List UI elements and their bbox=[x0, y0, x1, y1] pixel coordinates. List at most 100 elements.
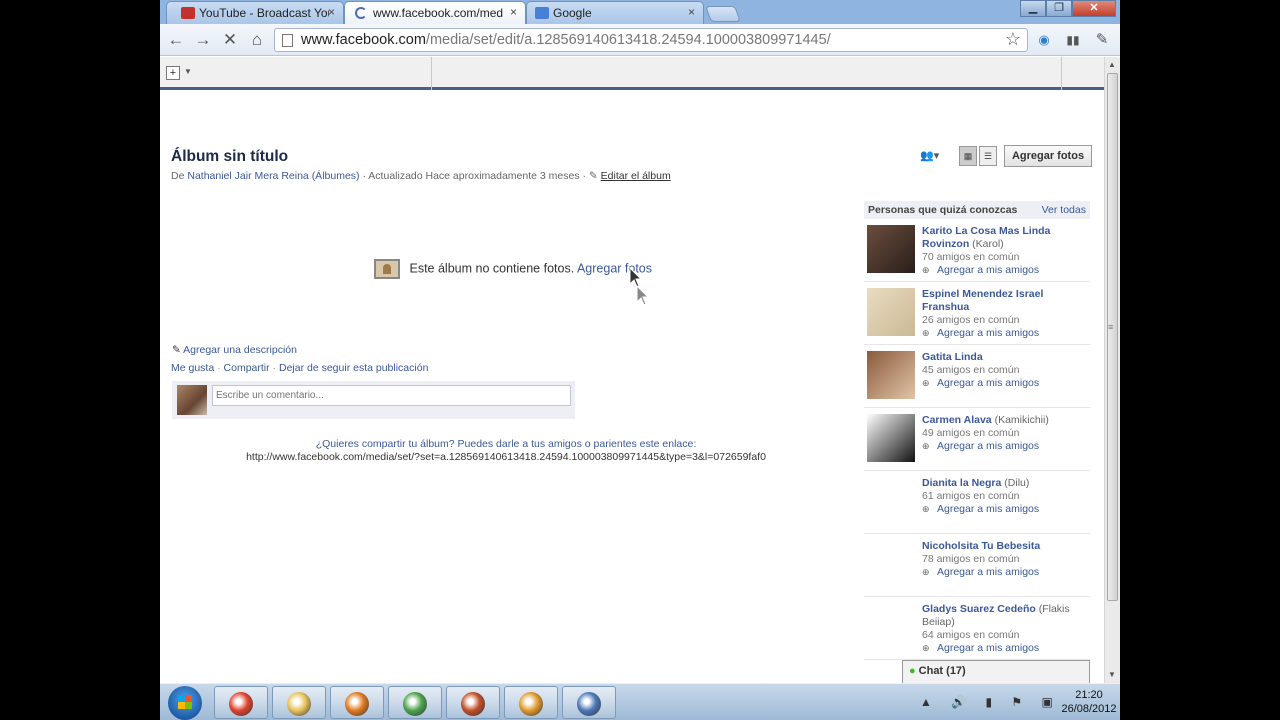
extension-icon[interactable]: ◉ bbox=[1034, 30, 1054, 50]
minimize-button[interactable]: ▁ bbox=[1020, 0, 1046, 17]
tab-close-icon[interactable]: × bbox=[328, 5, 335, 19]
add-description[interactable]: ✎ Agregar una descripción bbox=[172, 344, 297, 356]
add-friend-link[interactable]: Agregar a mis amigos bbox=[937, 264, 1039, 276]
owner-link[interactable]: Nathaniel Jair Mera Reina bbox=[187, 170, 308, 182]
clock[interactable]: 21:20 26/08/2012 bbox=[1060, 688, 1118, 716]
profile-picture[interactable] bbox=[867, 351, 915, 399]
mutual-friends[interactable]: 70 amigos en común bbox=[922, 251, 1087, 264]
start-button[interactable] bbox=[168, 686, 202, 720]
profile-picture[interactable] bbox=[867, 414, 915, 462]
taskbar-app-chrome[interactable] bbox=[214, 686, 268, 719]
tab-close-icon[interactable]: × bbox=[688, 5, 695, 19]
comment-input[interactable] bbox=[212, 385, 571, 406]
add-friend-link[interactable]: Agregar a mis amigos bbox=[937, 377, 1039, 389]
taskbar-app-firefox[interactable] bbox=[330, 686, 384, 719]
see-all-link[interactable]: Ver todas bbox=[1042, 204, 1086, 216]
edit-album-link[interactable]: Editar el álbum bbox=[601, 170, 671, 182]
mutual-friends[interactable]: 49 amigos en común bbox=[922, 427, 1087, 440]
youtube-favicon-icon bbox=[181, 7, 195, 19]
pymk-person: Espinel Menendez Israel Franshua 26 amig… bbox=[864, 282, 1090, 345]
mutual-friends[interactable]: 64 amigos en común bbox=[922, 629, 1087, 642]
close-window-button[interactable]: ✕ bbox=[1072, 0, 1116, 17]
chevron-down-icon[interactable]: ▼ bbox=[184, 67, 192, 76]
tab-facebook[interactable]: www.facebook.com/media/set/edit × bbox=[344, 1, 526, 24]
albums-link[interactable]: (Álbumes) bbox=[312, 170, 360, 182]
add-friend-link[interactable]: Agregar a mis amigos bbox=[937, 503, 1039, 515]
tab-youtube[interactable]: YouTube - Broadcast Yourself × bbox=[166, 1, 344, 24]
person-name[interactable]: Dianita la Negra bbox=[922, 477, 1001, 489]
stop-icon[interactable]: ✕ bbox=[220, 30, 240, 50]
share-question: ¿Quieres compartir tu álbum? Puedes darl… bbox=[315, 438, 697, 450]
person-name[interactable]: Gatita Linda bbox=[922, 351, 983, 363]
like-link[interactable]: Me gusta bbox=[171, 362, 214, 374]
share-link[interactable]: Compartir bbox=[224, 362, 270, 374]
page-scrollbar[interactable]: ▲ ≡ ▼ bbox=[1104, 57, 1120, 683]
taskbar-app-media-player[interactable] bbox=[504, 686, 558, 719]
wrench-icon[interactable]: ✎ bbox=[1092, 30, 1112, 50]
person-name[interactable]: Nicoholsita Tu Bebesita bbox=[922, 540, 1040, 552]
chat-tab[interactable]: ● Chat (17) bbox=[902, 660, 1090, 683]
unfollow-link[interactable]: Dejar de seguir esta publicación bbox=[279, 362, 428, 374]
person-nickname: (Karol) bbox=[972, 238, 1004, 250]
privacy-audience-icon[interactable]: 👥▾ bbox=[920, 149, 939, 162]
updated-text: · Actualizado Hace aproximadamente 3 mes… bbox=[362, 170, 586, 182]
chat-label: Chat (17) bbox=[918, 665, 966, 677]
mutual-friends[interactable]: 61 amigos en común bbox=[922, 490, 1087, 503]
person-info: Carmen Alava (Kamikichii) 49 amigos en co… bbox=[922, 414, 1087, 453]
tab-title: www.facebook.com/media/set/edit bbox=[373, 6, 503, 20]
add-friend-link[interactable]: Agregar a mis amigos bbox=[937, 327, 1039, 339]
add-friend-link[interactable]: Agregar a mis amigos bbox=[937, 440, 1039, 452]
new-tab-button[interactable] bbox=[705, 6, 741, 22]
person-name[interactable]: Espinel Menendez Israel Franshua bbox=[922, 288, 1043, 313]
taskbar-app-control-panel[interactable] bbox=[562, 686, 616, 719]
tab-close-icon[interactable]: × bbox=[510, 5, 517, 19]
add-description-link[interactable]: Agregar una descripción bbox=[183, 344, 297, 356]
media-player-icon bbox=[519, 692, 543, 716]
add-photos-button[interactable]: Agregar fotos bbox=[1004, 145, 1092, 167]
url-path: /media/set/edit/a.128569140613418.24594.… bbox=[425, 32, 831, 48]
mutual-friends[interactable]: 78 amigos en común bbox=[922, 553, 1087, 566]
meta-prefix: De bbox=[171, 170, 185, 182]
add-icon[interactable]: + bbox=[166, 66, 180, 80]
back-icon[interactable]: ← bbox=[166, 30, 186, 50]
scroll-down-icon[interactable]: ▼ bbox=[1108, 670, 1116, 679]
forward-icon[interactable]: → bbox=[193, 30, 213, 50]
profile-picture[interactable] bbox=[867, 477, 915, 525]
profile-picture[interactable] bbox=[867, 225, 915, 273]
photo-icon bbox=[374, 259, 400, 279]
profile-picture[interactable] bbox=[867, 603, 915, 651]
person-info: Espinel Menendez Israel Franshua 26 amig… bbox=[922, 288, 1087, 340]
add-friend-link[interactable]: Agregar a mis amigos bbox=[937, 566, 1039, 578]
album-meta: De Nathaniel Jair Mera Reina (Álbumes) ·… bbox=[171, 170, 671, 182]
tab-strip: YouTube - Broadcast Yourself × www.faceb… bbox=[160, 0, 1120, 24]
stats-icon[interactable]: ▮▮ bbox=[1063, 30, 1083, 50]
person-name[interactable]: Gladys Suarez Cedeño bbox=[922, 603, 1036, 615]
list-view-icon[interactable]: ☰ bbox=[979, 146, 997, 166]
taskbar-app-ball-app[interactable] bbox=[446, 686, 500, 719]
maximize-button[interactable]: ❐ bbox=[1046, 0, 1072, 17]
profile-picture[interactable] bbox=[867, 540, 915, 588]
profile-picture[interactable] bbox=[867, 288, 915, 336]
grid-view-icon[interactable]: ▦ bbox=[959, 146, 977, 166]
clock-date: 26/08/2012 bbox=[1061, 703, 1117, 715]
tray-icons[interactable]: ▲ 🔊 ▮ ⚑ ▣ bbox=[920, 695, 1061, 709]
share-link-text[interactable]: http://www.facebook.com/media/set/?set=a… bbox=[160, 451, 852, 464]
mutual-friends[interactable]: 45 amigos en común bbox=[922, 364, 1087, 377]
taskbar-app-explorer[interactable] bbox=[272, 686, 326, 719]
taskbar-app-messenger[interactable] bbox=[388, 686, 442, 719]
mutual-friends[interactable]: 26 amigos en común bbox=[922, 314, 1087, 327]
add-friend-icon: ⊕ bbox=[922, 643, 930, 653]
add-friend-icon: ⊕ bbox=[922, 265, 930, 275]
bookmark-star-icon[interactable]: ☆ bbox=[1005, 29, 1021, 50]
tab-google[interactable]: Google × bbox=[526, 1, 704, 24]
scroll-up-icon[interactable]: ▲ bbox=[1108, 60, 1116, 69]
add-friend-link[interactable]: Agregar a mis amigos bbox=[937, 642, 1039, 654]
pymk-person: Karito La Cosa Mas Linda Rovinzon (Karol… bbox=[864, 219, 1090, 282]
tab-title: Google bbox=[553, 6, 592, 20]
address-bar[interactable]: www.facebook.com/media/set/edit/a.128569… bbox=[274, 28, 1028, 52]
home-icon[interactable]: ⌂ bbox=[247, 30, 267, 50]
person-name[interactable]: Carmen Alava bbox=[922, 414, 992, 426]
scrollbar-thumb[interactable] bbox=[1107, 73, 1118, 601]
windows-logo-icon bbox=[178, 695, 192, 709]
chrome-icon bbox=[229, 692, 253, 716]
